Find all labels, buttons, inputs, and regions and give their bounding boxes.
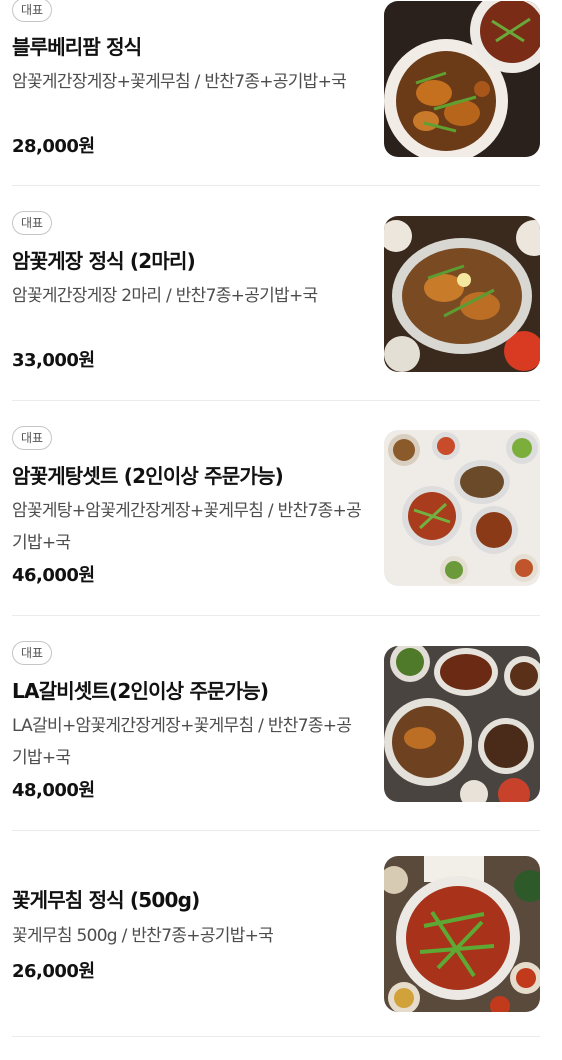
menu-item-name: 블루베리팜 정식 xyxy=(12,35,142,59)
menu-item-photo xyxy=(384,216,540,372)
menu-item-description: 암꽃게간장게장+꽃게무침 / 반찬7종+공기밥+국 xyxy=(12,72,347,92)
menu-item-soy-crab-set[interactable]: 대표 암꽃게장 정식 (2마리) 암꽃게간장게장 2마리 / 반찬7종+공기밥+… xyxy=(0,186,562,401)
signature-badge: 대표 xyxy=(12,641,53,665)
menu-item-price: 48,000원 xyxy=(12,780,95,801)
signature-badge: 대표 xyxy=(12,0,53,22)
menu-item-price: 33,000원 xyxy=(12,350,95,371)
menu-item-description: 꽃게무침 500g / 반찬7종+공기밥+국 xyxy=(12,926,274,946)
menu-item-description: 암꽃게간장게장 2마리 / 반찬7종+공기밥+국 xyxy=(12,286,318,306)
menu-item-crab-stew-set[interactable]: 대표 암꽃게탕셋트 (2인이상 주문가능) 암꽃게탕+암꽃게간장게장+꽃게무침 … xyxy=(0,400,562,616)
signature-badge: 대표 xyxy=(12,426,53,450)
menu-item-la-galbi-set[interactable]: 대표 LA갈비셋트(2인이상 주문가능) LA갈비+암꽃게간장게장+꽃게무침 /… xyxy=(0,615,562,831)
menu-item-name: 꽃게무침 정식 (500g) xyxy=(12,888,200,912)
menu-item-price: 26,000원 xyxy=(12,961,95,982)
menu-item-name: 암꽃게장 정식 (2마리) xyxy=(12,249,196,273)
menu-item-description: LA갈비+암꽃게간장게장+꽃게무침 / 반찬7종+공기밥+국 xyxy=(12,716,352,768)
menu-item-photo xyxy=(384,430,540,586)
menu-item-photo xyxy=(384,646,540,802)
menu-item-description: 암꽃게탕+암꽃게간장게장+꽃게무침 / 반찬7종+공기밥+국 xyxy=(12,501,362,553)
menu-item-name: LA갈비셋트(2인이상 주문가능) xyxy=(12,679,269,703)
menu-item-name: 암꽃게탕셋트 (2인이상 주문가능) xyxy=(12,464,284,488)
menu-item-photo xyxy=(384,1,540,157)
item-divider xyxy=(12,1036,540,1037)
signature-badge: 대표 xyxy=(12,211,53,235)
menu-item-price: 46,000원 xyxy=(12,565,95,586)
menu-item-spicy-crab-set[interactable]: 꽃게무침 정식 (500g) 꽃게무침 500g / 반찬7종+공기밥+국 26… xyxy=(0,830,562,1045)
menu-item-photo xyxy=(384,856,540,1012)
menu-item-blueberry-farm-set[interactable]: 대표 블루베리팜 정식 암꽃게간장게장+꽃게무침 / 반찬7종+공기밥+국 28… xyxy=(0,0,562,186)
menu-item-price: 28,000원 xyxy=(12,136,95,157)
